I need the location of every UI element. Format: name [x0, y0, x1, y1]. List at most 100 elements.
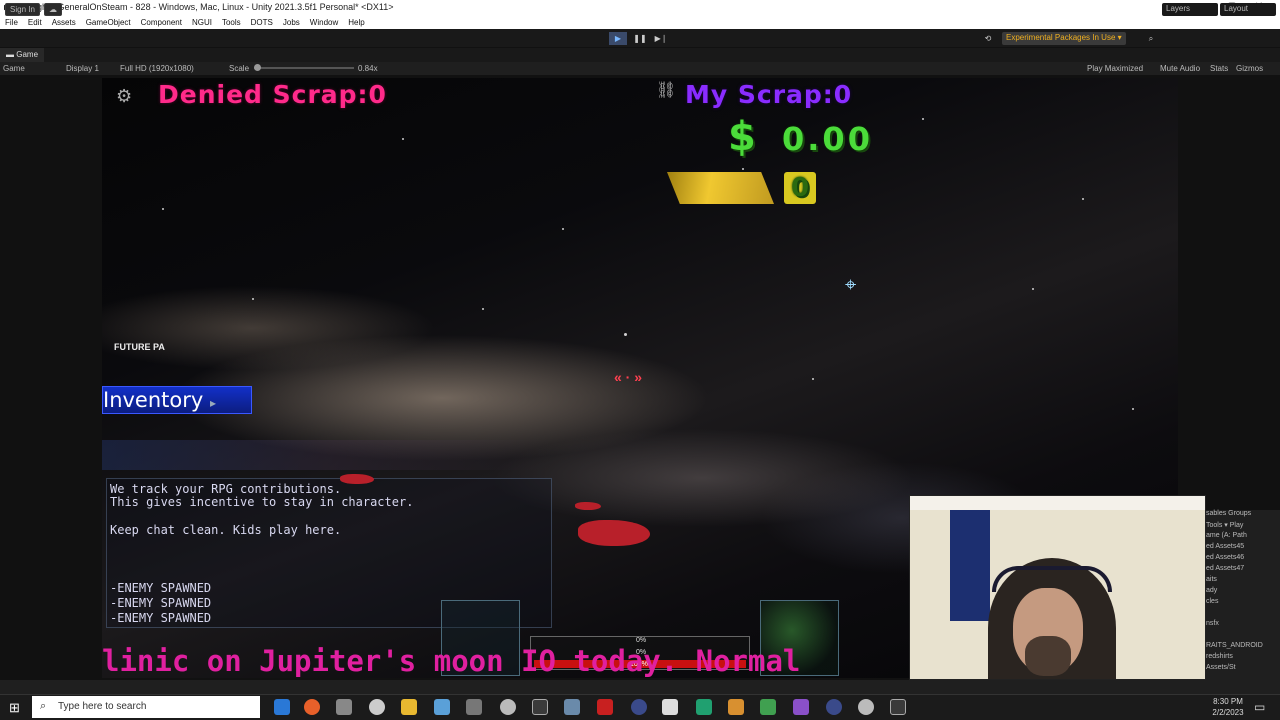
menu-bar: File Edit Assets GameObject Component NG… — [0, 15, 1280, 29]
panel-row[interactable]: redshirts — [1206, 653, 1280, 664]
panel-row[interactable]: ed Assets46 — [1206, 554, 1280, 565]
display-dropdown[interactable]: Display 1 — [66, 64, 99, 73]
scale-value: 0.84x — [358, 64, 378, 73]
webcam-ceiling — [910, 496, 1205, 510]
crosshair-cursor-icon: ⌖ — [845, 274, 857, 296]
menu-gameobject[interactable]: GameObject — [86, 18, 131, 27]
stats-toggle[interactable]: Stats — [1210, 64, 1228, 73]
event-line: -ENEMY SPAWNED — [110, 596, 212, 610]
play-maximized-dropdown[interactable]: Play Maximized — [1087, 64, 1143, 73]
menu-component[interactable]: Component — [141, 18, 182, 27]
windows-start-icon[interactable]: ⊞ — [9, 700, 20, 716]
app-icon[interactable] — [696, 699, 712, 715]
panel-row[interactable]: RAITS_ANDROID — [1206, 642, 1280, 653]
gizmos-dropdown[interactable]: Gizmos — [1236, 64, 1263, 73]
window-title-bar: StarfighterGeneralOnSteam - 828 - Window… — [0, 0, 1280, 15]
panel-row[interactable]: cles — [1206, 598, 1280, 609]
history-icon[interactable]: ⟲ — [979, 32, 997, 45]
unity-icon[interactable] — [858, 699, 874, 715]
app-icon[interactable] — [728, 699, 744, 715]
game-view-toolbar: Game Display 1 Full HD (1920x1080) Scale… — [0, 62, 1280, 75]
panel-row[interactable]: Tools ▾ Play — [1206, 521, 1280, 532]
app-icon[interactable] — [760, 699, 776, 715]
task-view-icon[interactable] — [274, 699, 290, 715]
panel-row[interactable] — [1206, 609, 1280, 620]
chain-icon: ⛓ — [656, 82, 677, 99]
filezilla-icon[interactable] — [597, 699, 613, 715]
panel-row[interactable]: ady — [1206, 587, 1280, 598]
panel-row[interactable]: nsfx — [1206, 620, 1280, 631]
money-symbol: $ — [728, 114, 759, 160]
taskbar-time[interactable]: 8:30 PM — [1208, 697, 1248, 706]
webcam-person-beard — [1025, 636, 1071, 676]
tab-row — [0, 48, 1280, 62]
experimental-packages-dropdown[interactable]: Experimental Packages In Use ▾ — [1002, 32, 1126, 45]
firefox-icon[interactable] — [304, 699, 320, 715]
gold-bar-icon — [667, 172, 774, 204]
notification-icon[interactable]: ▭ — [1254, 700, 1265, 714]
event-line: -ENEMY SPAWNED — [110, 611, 212, 625]
panel-row[interactable]: ed Assets47 — [1206, 565, 1280, 576]
visual-studio-icon[interactable] — [793, 699, 809, 715]
money-value: 0.00 — [782, 120, 873, 158]
editor-status-bar — [0, 680, 1280, 694]
menu-file[interactable]: File — [5, 18, 18, 27]
play-button[interactable]: ▶ — [609, 32, 627, 45]
app-icon[interactable] — [564, 699, 580, 715]
inventory-button[interactable]: Inventory ▸ — [102, 386, 252, 414]
sign-in-button[interactable]: Sign In — [5, 3, 40, 16]
menu-dots[interactable]: DOTS — [251, 18, 273, 27]
bar-a-value: 0% — [636, 637, 647, 644]
step-button[interactable]: ▶❘ — [652, 32, 670, 45]
enemy-ship — [578, 520, 650, 546]
webcam-overlay — [909, 495, 1206, 680]
panel-row[interactable] — [1206, 631, 1280, 642]
layers-dropdown[interactable]: Layers — [1162, 3, 1218, 16]
enemy-ship — [575, 502, 601, 510]
unity-icon[interactable] — [500, 699, 516, 715]
menu-tools[interactable]: Tools — [222, 18, 241, 27]
inventory-arrow-icon: ▸ — [210, 396, 217, 410]
nav-arrows[interactable]: « · » — [614, 369, 642, 385]
mute-audio-toggle[interactable]: Mute Audio — [1160, 64, 1200, 73]
unity-hub-icon[interactable] — [369, 699, 385, 715]
cloud-icon[interactable]: ☁ — [44, 3, 62, 16]
chat-tabs-strip[interactable] — [102, 440, 552, 470]
panel-row[interactable]: aits — [1206, 576, 1280, 587]
menu-help[interactable]: Help — [348, 18, 364, 27]
panel-row[interactable]: ame (A: Path — [1206, 532, 1280, 543]
menu-jobs[interactable]: Jobs — [283, 18, 300, 27]
taskbar-search-box[interactable]: ⌕ Type here to search — [32, 696, 260, 718]
app-icon[interactable] — [826, 699, 842, 715]
chat-line: Keep chat clean. Kids play here. — [110, 523, 342, 537]
pause-button[interactable]: ❚❚ — [631, 32, 649, 45]
denied-scrap-label: Denied Scrap:0 — [158, 80, 387, 109]
tab-game[interactable]: ▬ Game — [0, 48, 45, 62]
future-pa-label: FUTURE PA — [114, 342, 165, 352]
game-tab-icon: ▬ — [6, 50, 17, 59]
layout-dropdown[interactable]: Layout — [1220, 3, 1276, 16]
app-icon[interactable] — [466, 699, 482, 715]
app-icon[interactable] — [434, 699, 450, 715]
search-icon[interactable]: ⌕ — [1142, 32, 1160, 45]
file-explorer-icon[interactable] — [401, 699, 417, 715]
game-mode-dropdown[interactable]: Game — [3, 64, 25, 73]
menu-edit[interactable]: Edit — [28, 18, 42, 27]
menu-ngui[interactable]: NGUI — [192, 18, 212, 27]
window-title: StarfighterGeneralOnSteam - 828 - Window… — [16, 2, 394, 12]
menu-window[interactable]: Window — [310, 18, 338, 27]
panel-row[interactable]: sables Groups — [1206, 510, 1280, 521]
project-panel: sables Groups Tools ▾ Play ame (A: Path … — [1206, 510, 1280, 680]
scale-slider-handle[interactable] — [254, 64, 261, 71]
resolution-dropdown[interactable]: Full HD (1920x1080) — [120, 64, 194, 73]
app-icon[interactable] — [631, 699, 647, 715]
app-icon[interactable] — [336, 699, 352, 715]
panel-row[interactable]: ed Assets45 — [1206, 543, 1280, 554]
scale-slider[interactable] — [254, 67, 354, 69]
7zip-icon[interactable] — [532, 699, 548, 715]
app-icon[interactable] — [662, 699, 678, 715]
taskbar-date[interactable]: 2/2/2023 — [1205, 708, 1251, 717]
menu-assets[interactable]: Assets — [52, 18, 76, 27]
panel-row[interactable]: Assets/St — [1206, 664, 1280, 675]
7zip-icon[interactable] — [890, 699, 906, 715]
